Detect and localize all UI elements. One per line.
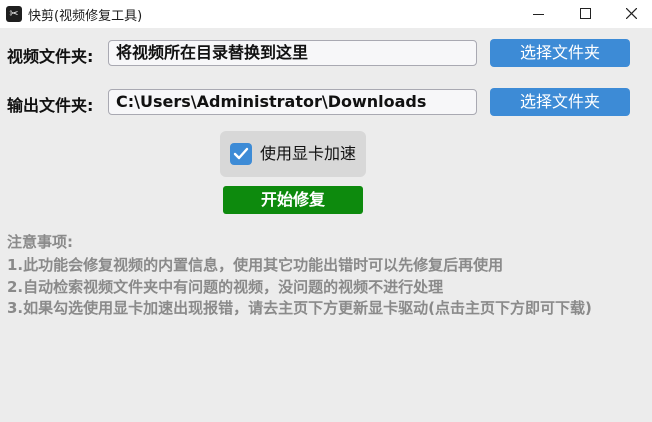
note-line-1: 1.此功能会修复视频的内置信息，使用其它功能出错时可以先修复后再使用 [7, 256, 504, 274]
start-repair-button[interactable]: 开始修复 [223, 186, 363, 214]
notes-title: 注意事项: [7, 233, 73, 251]
maximize-button[interactable] [563, 0, 609, 28]
app-logo-icon: ✂ [6, 6, 22, 22]
note-line-2: 2.自动检索视频文件夹中有问题的视频，没问题的视频不进行处理 [7, 278, 444, 296]
video-folder-select-button[interactable]: 选择文件夹 [490, 39, 630, 67]
video-folder-input[interactable]: 将视频所在目录替换到这里 [108, 40, 477, 66]
close-button[interactable] [609, 0, 652, 28]
video-folder-label: 视频文件夹: [7, 47, 94, 66]
minimize-button[interactable] [516, 0, 562, 28]
gpu-checkbox-label: 使用显卡加速 [260, 144, 357, 163]
note-line-3: 3.如果勾选使用显卡加速出现报错，请去主页下方更新显卡驱动(点击主页下方即可下载… [7, 299, 592, 317]
title-bar: ✂ 快剪(视频修复工具) [0, 0, 652, 28]
gpu-checkbox[interactable] [230, 143, 252, 165]
maximize-icon [580, 8, 591, 19]
output-folder-input[interactable]: C:\Users\Administrator\Downloads [108, 89, 477, 115]
checkmark-icon [233, 147, 249, 160]
output-folder-select-button[interactable]: 选择文件夹 [490, 88, 630, 116]
output-folder-label: 输出文件夹: [7, 96, 94, 115]
window-title: 快剪(视频修复工具) [28, 9, 143, 24]
close-icon [626, 8, 637, 19]
minimize-icon [533, 14, 544, 15]
gpu-acceleration-toggle[interactable]: 使用显卡加速 [220, 131, 366, 177]
